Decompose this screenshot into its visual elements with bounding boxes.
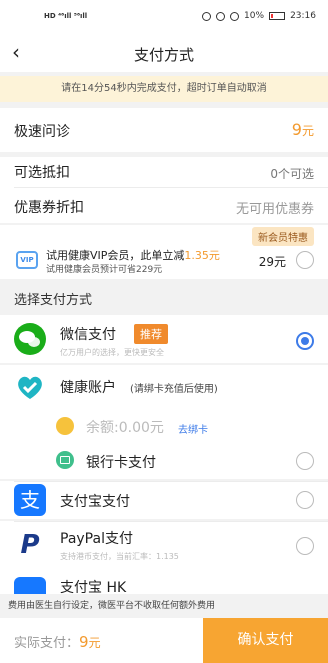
recommend-tag: 推荐 [134, 324, 168, 344]
payment-alipay-hk[interactable]: 支付宝 HK [0, 571, 328, 594]
payment-bankcard[interactable]: 银行卡支付 [0, 443, 328, 479]
wechat-sub: 亿万用户的选择，更快更安全 [60, 348, 164, 357]
health-name: 健康账户 [60, 380, 116, 396]
pay-section-title: 选择支付方式 [0, 287, 328, 315]
paypal-sub: 支持港币支付，当前汇率：1.135 [60, 552, 179, 561]
actual-payment: 实际支付：9元 [14, 633, 101, 651]
divider [14, 187, 328, 188]
vip-offer-text: 试用健康VIP会员，此单立减1.35元 [46, 249, 220, 262]
balance-row: 余额:0.00元 去绑卡 [0, 409, 328, 443]
status-right: 10% 23:16 [202, 11, 316, 21]
vip-price: 29元 [258, 255, 286, 269]
paypal-icon: P [20, 530, 40, 560]
wechat-radio[interactable] [296, 332, 314, 350]
coupon-label: 优惠券折扣 [14, 200, 84, 216]
coupon-value: 无可用优惠券 [235, 202, 314, 217]
bottom-bar: 实际支付：9元 确认支付 [0, 618, 328, 663]
deduct-value: 0个可选 [270, 167, 314, 181]
deduct-label: 可选抵扣 [14, 165, 70, 181]
alipay-icon: 支 [14, 484, 46, 516]
vip-radio[interactable] [296, 251, 314, 269]
divider [14, 481, 328, 482]
status-bar: HD ⁴⁶ıll ⁵⁶ıll 10% 23:16 [0, 0, 328, 34]
health-heart-icon [14, 371, 46, 403]
vip-trial-card[interactable]: 新会员特惠 VIP 试用健康VIP会员，此单立减1.35元 试用健康会员预计可省… [0, 225, 328, 279]
alipay-hk-name: 支付宝 HK [60, 580, 127, 594]
battery-percent: 10% [244, 11, 265, 21]
wechat-name: 微信支付 [60, 327, 116, 343]
payment-paypal[interactable]: P PayPal支付 支持港币支付，当前汇率：1.135 [0, 521, 328, 571]
service-price: 9元 [291, 120, 314, 139]
clock: 23:16 [290, 11, 316, 21]
coupon-row[interactable]: 优惠券折扣 无可用优惠券 [0, 187, 328, 223]
service-label: 极速问诊 [14, 124, 70, 140]
deduct-row[interactable]: 可选抵扣 0个可选 [0, 157, 328, 187]
payment-health-account[interactable]: 健康账户 (请绑卡充值后使用) [0, 365, 328, 409]
battery-icon [269, 12, 286, 20]
bankcard-name: 银行卡支付 [86, 455, 156, 471]
coin-icon [56, 417, 74, 435]
payment-timeout-notice: 请在14分54秒内完成支付，超时订单自动取消 [0, 76, 328, 102]
new-member-tag: 新会员特惠 [252, 227, 314, 246]
nav-bar: ‹ 支付方式 [0, 34, 328, 72]
alipay-radio[interactable] [296, 491, 314, 509]
payment-wechat[interactable]: 微信支付 推荐 亿万用户的选择，更快更安全 [0, 315, 328, 363]
wechat-icon [14, 323, 46, 355]
signal-indicators: HD ⁴⁶ıll ⁵⁶ıll [44, 12, 88, 20]
alipay-name: 支付宝支付 [60, 494, 130, 510]
alipay-hk-icon [14, 577, 46, 594]
eye-icon [202, 11, 212, 21]
page-title: 支付方式 [133, 46, 194, 64]
payment-alipay[interactable]: 支 支付宝支付 [0, 481, 328, 519]
bind-card-link[interactable]: 去绑卡 [178, 421, 208, 436]
vip-icon: VIP [16, 251, 38, 269]
fee-disclaimer: 费用由医生自行设定，微医平台不收取任何额外费用 [0, 594, 328, 618]
paypal-name: PayPal支付 [60, 531, 133, 547]
vip-saving-text: 试用健康会员预计可省229元 [46, 265, 163, 275]
confirm-payment-button[interactable]: 确认支付 [203, 618, 328, 663]
paypal-radio[interactable] [296, 537, 314, 555]
divider [14, 521, 328, 522]
health-hint: (请绑卡充值后使用) [130, 384, 218, 395]
balance-label: 余额:0.00元 [86, 420, 164, 436]
bankcard-radio[interactable] [296, 452, 314, 470]
service-row: 极速问诊 9元 [0, 108, 328, 152]
alarm-icon [216, 11, 226, 21]
mute-icon [230, 11, 240, 21]
bankcard-icon [56, 451, 74, 469]
